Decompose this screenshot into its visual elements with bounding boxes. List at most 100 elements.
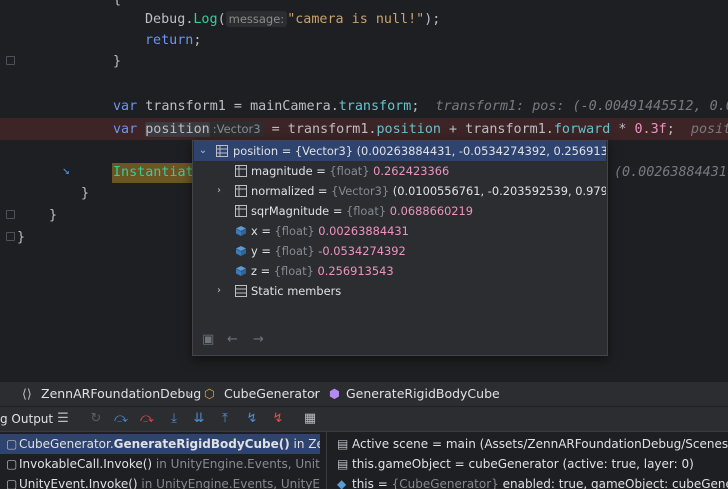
- folder-icon[interactable]: ▣: [202, 332, 214, 347]
- row-value: 0.256913543: [313, 264, 394, 278]
- field-icon: [236, 266, 246, 276]
- popup-row-y[interactable]: y = {float} -0.0534274392: [194, 241, 606, 261]
- show-execution-point-icon[interactable]: ↻: [89, 411, 103, 427]
- frame-location: in ZennARFou: [293, 437, 320, 451]
- debug-output-tab[interactable]: g Output: [0, 412, 53, 426]
- string-literal: "camera is null!": [287, 12, 425, 27]
- operator: +: [440, 122, 466, 137]
- semicolon: ;: [193, 33, 202, 48]
- instantiate-call[interactable]: Instantiat: [113, 165, 194, 180]
- code-line: }: [81, 184, 89, 204]
- variable-row[interactable]: ▤ Active scene = main (Assets/ZennARFoun…: [334, 434, 728, 454]
- transform1-ref[interactable]: transform1: [465, 122, 546, 137]
- frame-class: InvokableCall.: [19, 457, 104, 471]
- table-icon: [216, 145, 228, 157]
- position-field[interactable]: position: [376, 122, 441, 137]
- chevron-right-icon[interactable]: ›: [213, 181, 225, 201]
- variable-row[interactable]: › ◆ this = {CubeGenerator} enabled: true…: [334, 474, 728, 489]
- dot: .: [545, 122, 554, 137]
- breadcrumb: ⟨⟩ ZennARFoundationDebug › ⬡ CubeGenerat…: [0, 381, 728, 406]
- fold-marker[interactable]: [6, 210, 15, 219]
- forward-arrow-icon[interactable]: →: [253, 332, 264, 347]
- row-eq: =: [257, 244, 275, 258]
- inline-value-hint: posit: [690, 122, 728, 137]
- debug-value-popup[interactable]: ⌄ position = {Vector3} (0.00263884431, -…: [192, 140, 608, 356]
- force-step-over-icon[interactable]: ⤼: [140, 411, 154, 427]
- transform1-variable[interactable]: transform1: [145, 99, 226, 114]
- variable-text: this =: [352, 477, 392, 489]
- variable-text: Active scene = main (Assets/ZennARFounda…: [352, 437, 728, 451]
- table-icon: ▤: [337, 437, 349, 451]
- step-out-icon[interactable]: ⤒: [218, 411, 232, 427]
- operator: =: [263, 122, 288, 137]
- transform1-ref[interactable]: transform1: [288, 122, 369, 137]
- row-name: position: [233, 144, 279, 158]
- code-line-debug-log: Debug.Log(message: "camera is null!");: [145, 11, 441, 27]
- brace: }: [81, 186, 90, 201]
- table-icon: [235, 205, 247, 217]
- brace: }: [113, 54, 122, 69]
- row-eq: =: [257, 224, 275, 238]
- evaluate-expression-icon[interactable]: ▦: [303, 411, 317, 427]
- forward-field[interactable]: forward: [554, 122, 610, 137]
- field-icon: [236, 226, 246, 236]
- step-over-icon[interactable]: ⤼: [114, 411, 128, 427]
- threads-menu-icon[interactable]: ☰: [56, 411, 70, 427]
- code-line: }: [113, 52, 121, 72]
- transform-field[interactable]: transform: [339, 99, 412, 114]
- breadcrumb-class[interactable]: CubeGenerator: [224, 386, 320, 401]
- stack-frame[interactable]: ▢ InvokableCall.Invoke() in UnityEngine.…: [0, 454, 320, 474]
- inline-value-hint: transform1: pos: (-0.00491445512, 0.0: [435, 99, 728, 114]
- popup-row-sqrmagnitude[interactable]: sqrMagnitude = {float} 0.0688660219: [194, 201, 606, 221]
- editor-gutter[interactable]: ↘: [0, 0, 70, 381]
- brace: {: [113, 0, 121, 7]
- popup-row-static-members[interactable]: › Static members: [194, 281, 606, 301]
- breadcrumb-method[interactable]: GenerateRigidBodyCube: [346, 386, 500, 401]
- panel-divider[interactable]: [326, 432, 327, 489]
- popup-row-position[interactable]: ⌄ position = {Vector3} (0.00263884431, -…: [194, 141, 606, 161]
- number-literal: 0.3f: [634, 122, 667, 137]
- code-line: }: [49, 206, 57, 226]
- row-eq: =: [314, 184, 332, 198]
- back-arrow-icon[interactable]: ←: [227, 332, 238, 347]
- dot: .: [330, 99, 339, 114]
- chevron-down-icon[interactable]: ⌄: [197, 141, 209, 161]
- var-keyword: var: [113, 99, 138, 114]
- stack-frame[interactable]: ▢ CubeGenerator.GenerateRigidBodyCube() …: [0, 434, 320, 454]
- frame-icon: ▢: [6, 437, 18, 451]
- popup-row-z[interactable]: z = {float} 0.256913543: [194, 261, 606, 281]
- row-type: {float}: [274, 244, 315, 258]
- frame-class: CubeGenerator.: [19, 437, 114, 451]
- popup-row-magnitude[interactable]: magnitude = {float} 0.262423366: [194, 161, 606, 181]
- row-type: {float}: [329, 164, 370, 178]
- run-to-cursor-icon[interactable]: ↯: [245, 411, 259, 427]
- popup-row-normalized[interactable]: › normalized = {Vector3} (0.0100556761, …: [194, 181, 606, 201]
- stack-frame[interactable]: ▢ UnityEvent.Invoke() in UnityEngine.Eve…: [0, 474, 320, 489]
- row-value: (0.0100556761, -0.203592539, 0.979004085…: [392, 184, 606, 198]
- debugger-cursor-icon[interactable]: ↘: [62, 163, 80, 179]
- code-editor[interactable]: ↘ { Debug.Log(message:"camera is null!")…: [0, 0, 728, 381]
- field-icon: ◆: [337, 477, 347, 489]
- row-type: {float}: [346, 204, 387, 218]
- breadcrumb-namespace[interactable]: ZennARFoundationDebug: [41, 386, 201, 401]
- variable-row[interactable]: › ▤ this.gameObject = cubeGenerator (act…: [334, 454, 728, 474]
- table-icon: [235, 185, 247, 197]
- force-run-to-cursor-icon[interactable]: ↯: [271, 411, 285, 427]
- frame-location: in UnityEngine.Events, UnityEngine: [141, 477, 320, 489]
- variable-value: enabled: true, gameObject: cubeGenerator: [502, 477, 728, 489]
- step-into-my-code-icon[interactable]: ⇊: [192, 411, 206, 427]
- position-variable[interactable]: position: [145, 122, 210, 137]
- main-camera-ref[interactable]: mainCamera: [250, 99, 331, 114]
- step-into-icon[interactable]: ⤓: [167, 411, 181, 427]
- static-members-icon: [235, 285, 247, 297]
- inline-value-hint: (0.00263884431,: [614, 165, 728, 180]
- frame-location: in UnityEngine.Events, UnityEngi: [155, 457, 320, 471]
- code-line-hint: (0.00263884431,: [614, 163, 728, 183]
- popup-row-x[interactable]: x = {float} 0.00263884431: [194, 221, 606, 241]
- fold-marker[interactable]: [6, 56, 15, 65]
- row-name: Static members: [251, 284, 342, 298]
- chevron-right-icon[interactable]: ›: [213, 281, 225, 301]
- fold-marker[interactable]: [6, 232, 15, 241]
- popup-footer: ▣ ← →: [193, 325, 607, 355]
- frame-method: GenerateRigidBodyCube(): [113, 437, 290, 451]
